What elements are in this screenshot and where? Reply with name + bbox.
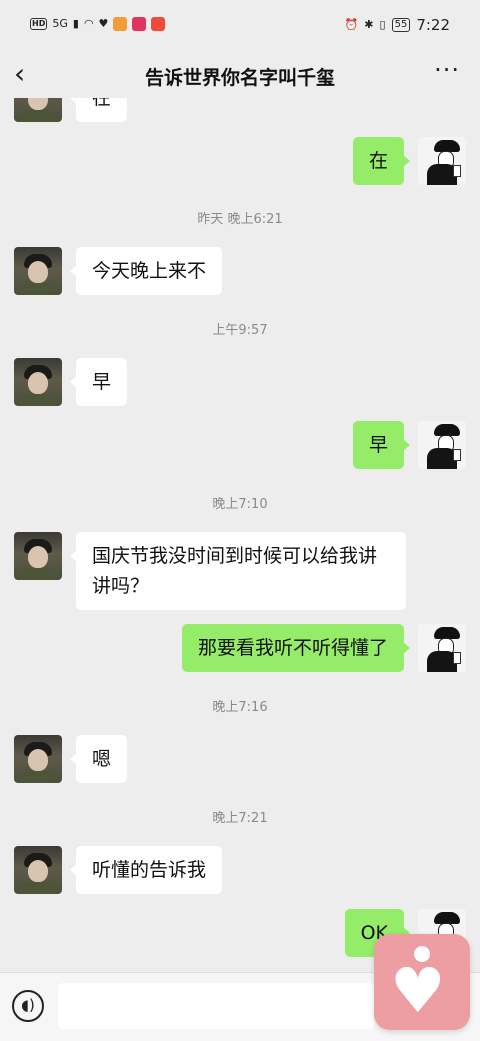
timestamp: 晚上7:10 xyxy=(212,497,268,512)
voice-icon[interactable]: ◖) xyxy=(12,990,44,1022)
my-avatar[interactable] xyxy=(418,624,466,672)
message-list[interactable]: 在 在 昨天 晚上6:21 今天晚上来不 上午9:57 早 早 晚上7:10 国… xyxy=(0,98,480,972)
incoming-message[interactable]: 早 xyxy=(69,358,128,406)
alarm-icon: ⏰ xyxy=(344,18,359,31)
hd-indicator: HD xyxy=(30,18,48,30)
incoming-message[interactable]: 在 xyxy=(69,98,128,122)
incoming-message[interactable]: 今天晚上来不 xyxy=(69,247,223,295)
outgoing-message[interactable]: 早 xyxy=(352,421,411,469)
contact-avatar[interactable] xyxy=(14,532,62,580)
clock: 7:22 xyxy=(416,16,450,34)
incoming-message[interactable]: 听懂的告诉我 xyxy=(69,846,223,894)
chat-title: 告诉世界你名字叫千玺 xyxy=(144,67,335,89)
vibrate-icon: ▯ xyxy=(379,18,386,31)
more-dots-icon[interactable]: ··· xyxy=(434,56,460,84)
signal-icon: ▮ xyxy=(72,17,79,30)
contact-avatar[interactable] xyxy=(14,358,62,406)
status-right: ⏰ ✱ ▯ 55 7:22 xyxy=(345,16,450,34)
message-input[interactable] xyxy=(58,983,374,1029)
my-avatar[interactable] xyxy=(418,421,466,469)
bluetooth-icon: ✱ xyxy=(364,18,374,31)
outgoing-message[interactable]: 在 xyxy=(352,137,411,185)
incoming-message[interactable]: 国庆节我没时间到时候可以给我讲讲吗？ xyxy=(70,532,406,610)
timestamp: 昨天 晚上6:21 xyxy=(197,212,283,227)
my-avatar[interactable] xyxy=(418,137,466,185)
outgoing-message[interactable]: 那要看我听不听得懂了 xyxy=(181,624,411,672)
heart-shape: ♥ xyxy=(390,954,446,1027)
incoming-message[interactable]: 嗯 xyxy=(69,735,128,783)
timestamp: 晚上7:16 xyxy=(212,700,268,715)
play-app-icon xyxy=(113,17,128,31)
health-app-icon: ♥ xyxy=(98,17,109,30)
status-bar: HD 5G ▮ ◠ ♥ ⏰ ✱ ▯ 55 7:22 xyxy=(0,0,480,52)
status-left: HD 5G ▮ ◠ ♥ xyxy=(30,17,166,31)
shopping-app-icon xyxy=(132,17,147,31)
heart-app-icon[interactable]: ♥ xyxy=(374,934,470,1030)
contact-avatar[interactable] xyxy=(14,735,62,783)
network-type-label: 5G xyxy=(52,17,68,30)
battery-level: 55 xyxy=(391,18,411,32)
timestamp: 晚上7:21 xyxy=(212,811,268,826)
contact-avatar[interactable] xyxy=(14,846,62,894)
timestamp: 上午9:57 xyxy=(212,323,268,338)
contact-avatar[interactable] xyxy=(14,98,62,122)
contact-avatar[interactable] xyxy=(14,247,62,295)
wifi-icon: ◠ xyxy=(83,17,94,30)
chat-header: ‹ 告诉世界你名字叫千玺 ··· xyxy=(0,52,480,98)
news-app-icon xyxy=(151,17,166,31)
